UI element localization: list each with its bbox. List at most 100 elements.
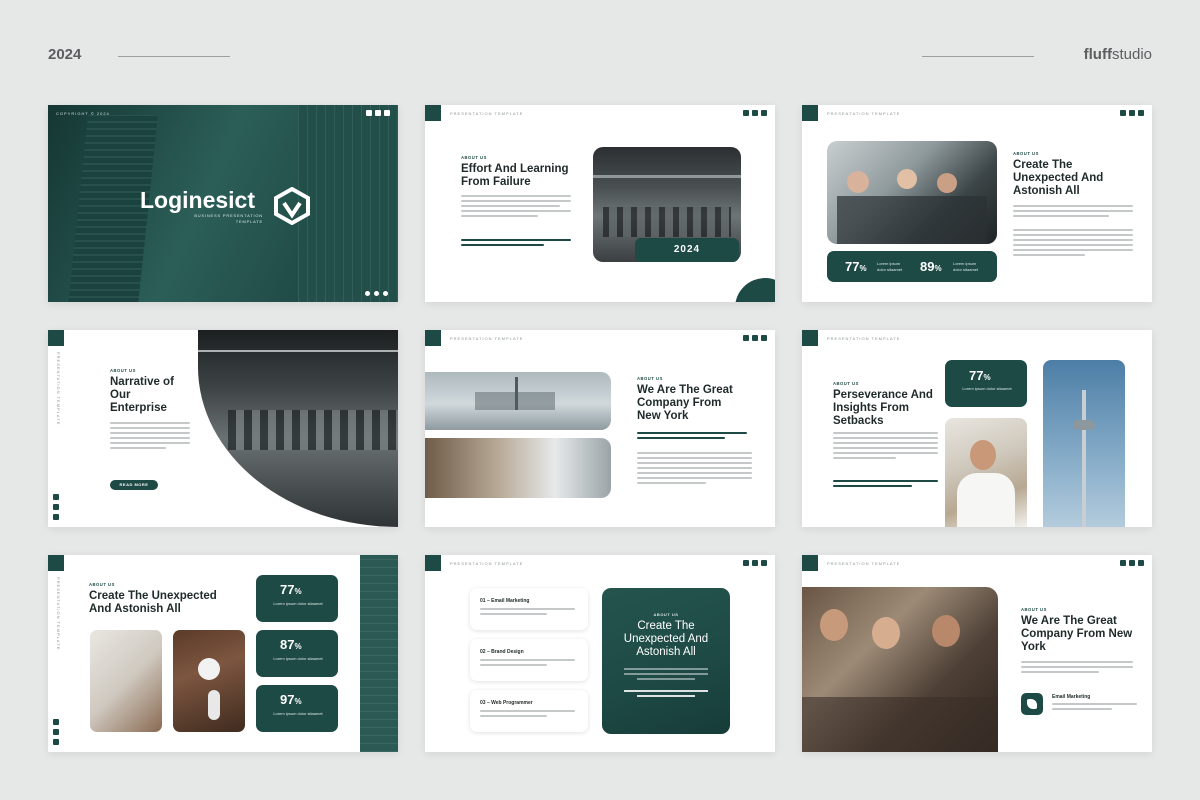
about-kicker: ABOUT US bbox=[89, 582, 115, 587]
slide-narrative[interactable]: PRESENTATION TEMPLATE ABOUT US Narrative… bbox=[48, 330, 398, 527]
service-card-2[interactable]: 02 – Brand Design bbox=[470, 639, 588, 681]
social-icons[interactable] bbox=[1120, 560, 1144, 566]
stats-column: 77% Lorem ipsum dolor sitaamet 87% Lorem… bbox=[256, 575, 338, 732]
copyright-text: COPYRIGHT © 2024 bbox=[56, 111, 110, 116]
stats-bar: 77% Lorem ipsum dolor sitaamet 89% Lorem… bbox=[827, 251, 997, 282]
feature-card: ABOUT US Create The Unexpected And Aston… bbox=[602, 588, 730, 734]
divider-right bbox=[922, 56, 1034, 57]
stat-2-label: Lorem ipsum dolor sitaamet bbox=[953, 261, 979, 272]
pagination-dots[interactable] bbox=[365, 291, 388, 296]
slide-title: Effort And Learning From Failure bbox=[461, 163, 569, 189]
slide-title: Create The Unexpected And Astonish All bbox=[1013, 159, 1104, 198]
slide-title: Create The Unexpected And Astonish All bbox=[89, 590, 217, 616]
slide-title: We Are The Great Company From New York bbox=[1021, 615, 1133, 654]
slide-perseverance[interactable]: PRESENTATION TEMPLATE ABOUT US Persevera… bbox=[802, 330, 1152, 527]
header-square bbox=[802, 105, 818, 121]
slide-create-stats[interactable]: PRESENTATION TEMPLATE 77% Lorem ipsum do… bbox=[802, 105, 1152, 302]
service-text bbox=[1052, 703, 1137, 713]
stat-label: Lorem ipsum dolor sitaamet bbox=[962, 386, 1012, 391]
cover-subtitle: BUSINESS PRESENTATION TEMPLATE bbox=[194, 213, 263, 224]
header-square bbox=[48, 330, 64, 346]
header-square bbox=[425, 330, 441, 346]
slide-title: We Are The Great Company From New York bbox=[637, 384, 733, 423]
header-tag: PRESENTATION TEMPLATE bbox=[827, 561, 901, 566]
open-office-photo bbox=[198, 330, 398, 527]
vertical-tag: PRESENTATION TEMPLATE bbox=[56, 352, 61, 426]
stat-value: 77% bbox=[969, 368, 991, 383]
slide-title: Perseverance And Insights From Setbacks bbox=[833, 389, 933, 428]
email-marketing-icon bbox=[1021, 693, 1043, 715]
body-text bbox=[110, 422, 190, 452]
highlight-text bbox=[637, 432, 747, 442]
body-text bbox=[833, 432, 938, 462]
header-square bbox=[802, 330, 818, 346]
stat-2-value: 89% bbox=[920, 259, 942, 274]
body-text bbox=[1013, 205, 1133, 220]
header-tag: PRESENTATION TEMPLATE bbox=[827, 111, 901, 116]
service-label: Email Marketing bbox=[1052, 694, 1091, 700]
stat-card-2: 87% Lorem ipsum dolor sitaamet bbox=[256, 630, 338, 677]
social-icons[interactable] bbox=[743, 560, 767, 566]
divider-left bbox=[118, 56, 230, 57]
about-kicker: ABOUT US bbox=[1013, 151, 1039, 156]
header-tag: PRESENTATION TEMPLATE bbox=[827, 336, 901, 341]
about-kicker: ABOUT US bbox=[1021, 607, 1047, 612]
sketching-photo bbox=[90, 630, 162, 732]
slide-new-york-team[interactable]: PRESENTATION TEMPLATE ABOUT US We Are Th… bbox=[802, 555, 1152, 752]
slide-create-percent[interactable]: PRESENTATION TEMPLATE ABOUT US Create Th… bbox=[48, 555, 398, 752]
about-kicker: ABOUT US bbox=[637, 376, 663, 381]
about-kicker: ABOUT US bbox=[833, 381, 859, 386]
header-square bbox=[425, 555, 441, 571]
header-square bbox=[425, 105, 441, 121]
header-square bbox=[802, 555, 818, 571]
skyline-photo bbox=[425, 372, 611, 430]
team-meeting-photo bbox=[802, 587, 998, 752]
read-more-button[interactable]: READ MORE bbox=[110, 480, 158, 490]
about-kicker: ABOUT US bbox=[110, 368, 136, 373]
brand-logo: fluffstudio bbox=[1083, 46, 1152, 63]
corner-circle bbox=[735, 278, 775, 302]
highlight-text bbox=[833, 480, 938, 490]
about-kicker: ABOUT US bbox=[461, 155, 487, 160]
body-text bbox=[461, 195, 571, 220]
stat-1-value: 77% bbox=[845, 259, 867, 274]
feature-title: Create The Unexpected And Astonish All bbox=[623, 620, 709, 659]
social-icons[interactable] bbox=[53, 719, 59, 745]
slide-cover[interactable]: COPYRIGHT © 2024 Loginesict BUSINESS PRE… bbox=[48, 105, 398, 302]
body-text bbox=[637, 452, 752, 487]
year-label: 2024 bbox=[48, 46, 82, 63]
header-tag: PRESENTATION TEMPLATE bbox=[450, 561, 524, 566]
slide-title: Narrative of Our Enterprise bbox=[110, 376, 174, 415]
slide-services[interactable]: PRESENTATION TEMPLATE 01 – Email Marketi… bbox=[425, 555, 775, 752]
header-square bbox=[48, 555, 64, 571]
vertical-tag: PRESENTATION TEMPLATE bbox=[56, 577, 61, 651]
slide-effort[interactable]: PRESENTATION TEMPLATE ABOUT US Effort An… bbox=[425, 105, 775, 302]
service-card-3[interactable]: 03 – Web Programmer bbox=[470, 690, 588, 732]
stat-card-3: 97% Lorem ipsum dolor sitaamet bbox=[256, 685, 338, 732]
stat-card: 77% Lorem ipsum dolor sitaamet bbox=[945, 360, 1027, 407]
year-badge: 2024 bbox=[635, 238, 739, 262]
highlight-text bbox=[461, 239, 571, 249]
stat-1-label: Lorem ipsum dolor sitaamet bbox=[877, 261, 903, 272]
social-icons[interactable] bbox=[743, 110, 767, 116]
meeting-room-photo bbox=[425, 438, 611, 498]
social-icons[interactable] bbox=[53, 494, 59, 520]
header-tag: PRESENTATION TEMPLATE bbox=[450, 336, 524, 341]
body-text-2 bbox=[1013, 229, 1133, 259]
social-icons[interactable] bbox=[366, 110, 390, 116]
social-icons[interactable] bbox=[1120, 110, 1144, 116]
feature-text bbox=[624, 668, 708, 697]
desk-items-photo bbox=[173, 630, 245, 732]
header-tag: PRESENTATION TEMPLATE bbox=[450, 111, 524, 116]
social-icons[interactable] bbox=[743, 335, 767, 341]
service-card-1[interactable]: 01 – Email Marketing bbox=[470, 588, 588, 630]
slide-new-york[interactable]: PRESENTATION TEMPLATE ABOUT US We Are Th… bbox=[425, 330, 775, 527]
team-laptop-photo bbox=[827, 141, 997, 244]
body-text bbox=[1021, 661, 1133, 676]
stat-card-1: 77% Lorem ipsum dolor sitaamet bbox=[256, 575, 338, 622]
cover-title: Loginesict bbox=[140, 187, 256, 213]
hexagon-logo-icon bbox=[274, 187, 310, 225]
building-right bbox=[298, 105, 398, 302]
cn-tower-photo bbox=[1043, 360, 1125, 527]
building-strip-photo bbox=[360, 555, 398, 752]
